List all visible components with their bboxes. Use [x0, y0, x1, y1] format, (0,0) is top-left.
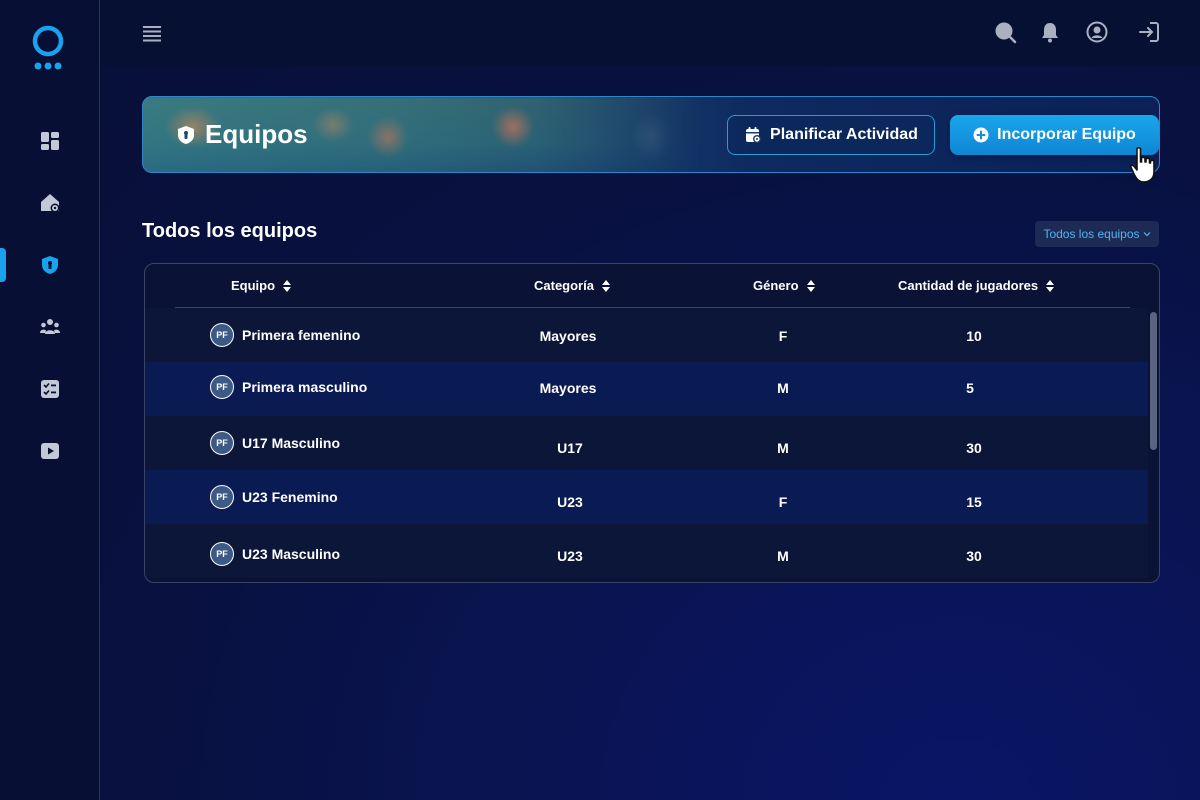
team-cell: PF U23 Fenemino [210, 485, 338, 509]
player-count-cell: 30 [966, 440, 982, 456]
team-avatar: PF [210, 375, 234, 399]
section-title: Todos los equipos [142, 220, 318, 242]
team-name: U23 Fenemino [242, 489, 338, 505]
page-title-text: Equipos [205, 119, 308, 149]
category-cell: U17 [557, 440, 583, 456]
team-avatar: PF [210, 485, 234, 509]
player-count-cell: 10 [966, 328, 982, 344]
video-icon [41, 443, 59, 459]
table-row[interactable]: PF Primera femenino Mayores F 10 [145, 308, 1148, 362]
team-cell: PF Primera masculino [210, 375, 367, 399]
checklist-icon [41, 380, 59, 398]
team-name: Primera masculino [242, 379, 368, 395]
sort-icon [601, 279, 610, 292]
column-header-category[interactable]: Categoría [534, 278, 610, 293]
chevron-down-icon [1143, 232, 1150, 237]
home-settings-icon [41, 194, 60, 213]
app-logo[interactable] [28, 24, 68, 72]
category-cell: Mayores [539, 380, 597, 396]
category-cell: U23 [557, 494, 583, 510]
team-filter-dropdown[interactable]: Todos los equipos [1035, 221, 1159, 247]
column-header-player-count[interactable]: Cantidad de jugadores [898, 278, 1055, 293]
team-name: U23 Masculino [242, 546, 341, 562]
player-count-cell: 5 [966, 380, 974, 396]
team-name: Primera femenino [242, 327, 361, 343]
plan-activity-label: Planificar Actividad [770, 126, 918, 143]
gender-cell: M [777, 380, 789, 396]
plus-circle-icon [973, 127, 989, 143]
shield-icon [42, 256, 58, 274]
team-cell: PF Primera femenino [210, 323, 360, 347]
bell-icon[interactable] [1038, 20, 1062, 44]
menu-icon[interactable] [140, 22, 164, 44]
column-header-label: Equipo [231, 278, 276, 293]
category-cell: Mayores [539, 328, 597, 344]
sidebar-item-players[interactable] [0, 310, 100, 344]
team-cell: PF U17 Masculino [210, 431, 340, 455]
sort-icon [1046, 279, 1055, 292]
user-profile-icon[interactable] [1085, 20, 1109, 44]
sidebar-item-teams[interactable] [0, 248, 100, 282]
sort-icon [806, 279, 815, 292]
team-avatar: PF [210, 542, 234, 566]
logout-icon[interactable] [1137, 20, 1161, 44]
table-row[interactable]: PF Primera masculino Mayores M 5 [145, 362, 1148, 416]
topbar [100, 0, 1200, 66]
sidebar-item-tasks[interactable] [0, 372, 100, 406]
plan-activity-button[interactable]: Planificar Actividad [727, 115, 935, 155]
sidebar [0, 0, 100, 800]
player-count-cell: 15 [966, 494, 982, 510]
table-row[interactable]: PF U23 Fenemino U23 F 15 [145, 470, 1148, 524]
table-row[interactable]: PF U17 Masculino U17 M 30 [145, 416, 1148, 470]
column-header-team[interactable]: Equipo [231, 278, 292, 293]
sidebar-item-home[interactable] [0, 186, 100, 220]
table-scrollbar[interactable] [1150, 312, 1157, 450]
add-team-label: Incorporar Equipo [997, 126, 1136, 143]
player-count-cell: 30 [966, 548, 982, 564]
dashboard-icon [41, 132, 59, 150]
sidebar-item-videos[interactable] [0, 434, 100, 468]
team-cell: PF U23 Masculino [210, 542, 340, 566]
team-icon [40, 319, 60, 334]
column-header-label: Género [753, 278, 799, 293]
team-name: U17 Masculino [242, 435, 341, 451]
calendar-settings-icon [746, 127, 762, 143]
column-header-label: Cantidad de jugadores [898, 278, 1039, 293]
page-header-banner: Equipos Planificar Actividad Incorporar … [142, 96, 1160, 173]
gender-cell: M [777, 440, 789, 456]
table-row[interactable]: PF U23 Masculino U23 M 30 [145, 524, 1148, 578]
page-title: Equipos [177, 119, 308, 150]
team-avatar: PF [210, 323, 234, 347]
team-avatar: PF [210, 431, 234, 455]
gender-cell: M [777, 548, 789, 564]
column-header-gender[interactable]: Género [753, 278, 815, 293]
table-header: Equipo Categoría Género Cantidad de juga… [145, 264, 1159, 308]
gender-cell: F [778, 328, 788, 344]
sidebar-item-dashboard[interactable] [0, 124, 100, 158]
category-cell: U23 [557, 548, 583, 564]
sort-icon [283, 279, 292, 292]
column-header-label: Categoría [534, 278, 594, 293]
search-icon[interactable] [993, 20, 1017, 44]
team-filter-label: Todos los equipos [1043, 227, 1140, 241]
hand-cursor-icon [1130, 147, 1155, 183]
gender-cell: F [778, 494, 788, 510]
shield-icon [178, 125, 194, 144]
teams-table: Equipo Categoría Género Cantidad de juga… [144, 263, 1160, 583]
